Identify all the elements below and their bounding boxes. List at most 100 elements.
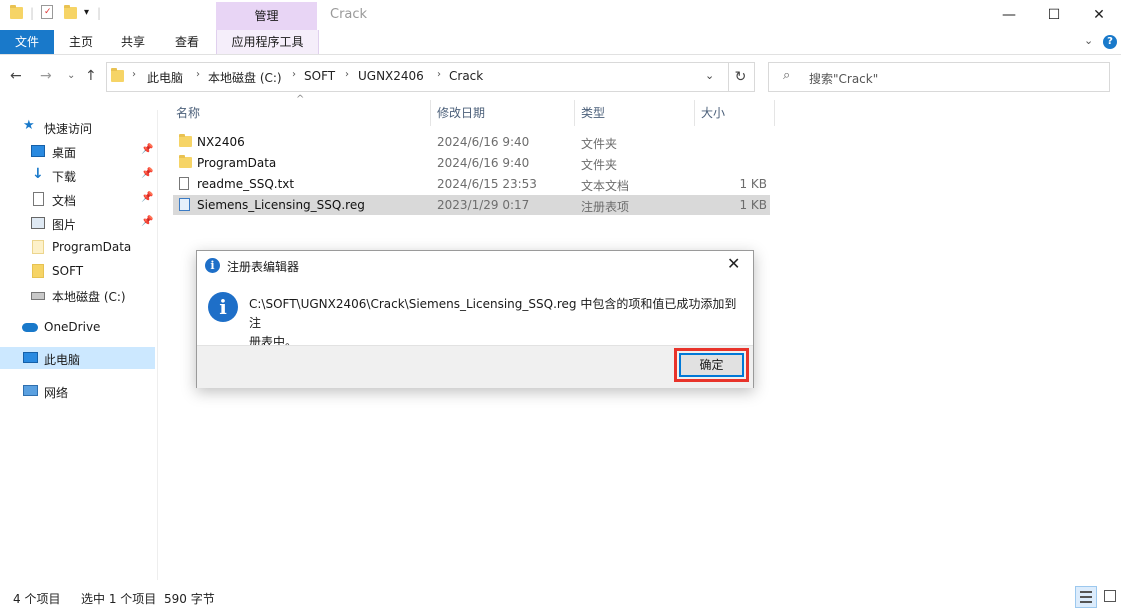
recent-locations-icon[interactable]: ⌄ [67,70,75,81]
file-name: NX2406 [197,135,245,149]
nav-downloads[interactable]: ↓ 下载 📌 [0,164,155,186]
column-divider[interactable] [694,100,695,126]
folder-icon [32,264,44,278]
nav-quick-access[interactable]: ★ 快速访问 [0,116,155,138]
selected-count: 选中 1 个项目 [81,592,157,606]
details-icon [1080,596,1092,598]
tab-share[interactable]: 共享 [110,30,156,54]
customize-dropdown-icon[interactable]: ▾ [84,7,89,18]
minimize-button[interactable]: — [986,0,1032,30]
window-title: Crack [330,7,368,22]
search-input[interactable]: ⌕ 搜索"Crack" [768,62,1110,92]
folder-icon[interactable] [10,5,23,19]
address-dropdown-icon[interactable]: ⌄ [705,69,714,82]
nav-label: 下载 [52,170,77,184]
back-icon[interactable]: ← [10,68,22,84]
breadcrumb-separator[interactable]: › [132,69,136,80]
tab-home[interactable]: 主页 [58,30,104,54]
nav-local-disk[interactable]: 本地磁盘 (C:) [0,284,155,306]
file-type: 文本文档 [581,179,630,193]
file-name: readme_SSQ.txt [197,177,295,191]
nav-network[interactable]: 网络 [0,380,155,402]
drive-icon [31,292,45,300]
properties-icon[interactable]: ✓ [41,5,53,19]
large-icons-view-button[interactable] [1100,586,1120,606]
nav-pictures[interactable]: 图片 📌 [0,212,155,234]
nav-soft[interactable]: SOFT [0,260,155,282]
document-icon [33,192,44,206]
close-button[interactable]: ✕ [1076,0,1121,30]
text-file-icon [179,177,189,190]
nav-programdata[interactable]: ProgramData [0,236,155,258]
desktop-icon [31,145,45,157]
file-name: ProgramData [197,156,277,170]
nav-label: 文档 [52,194,77,208]
new-folder-icon[interactable] [64,5,77,19]
pin-icon[interactable]: 📌 [141,192,153,203]
item-count: 4 个项目 [13,592,61,606]
file-size: 1 KB [739,177,767,191]
file-size: 1 KB [739,198,767,212]
nav-label: 快速访问 [44,122,93,136]
file-row[interactable]: readme_SSQ.txt 2024/6/15 23:53 文本文档 1 KB [173,174,770,194]
search-placeholder: 搜索"Crack" [809,72,879,86]
file-row[interactable]: NX2406 2024/6/16 9:40 文件夹 [173,132,770,152]
breadcrumb-separator[interactable]: › [345,69,349,80]
divider: | [97,6,102,20]
breadcrumb-soft[interactable]: SOFT [304,69,335,83]
nav-desktop[interactable]: 桌面 📌 [0,140,155,162]
tab-application-tools[interactable]: 应用程序工具 [216,30,319,54]
pin-icon[interactable]: 📌 [141,168,153,179]
column-divider[interactable] [430,100,431,126]
breadcrumb-local-disk[interactable]: 本地磁盘 (C:) [208,69,282,86]
details-view-button[interactable] [1075,586,1097,608]
file-type: 注册表项 [581,200,630,214]
nav-label: 网络 [44,386,69,400]
breadcrumb-ugnx2406[interactable]: UGNX2406 [358,69,424,83]
forward-icon[interactable]: → [40,68,52,84]
breadcrumb-separator[interactable]: › [292,69,296,80]
refresh-button[interactable]: ↻ [727,62,755,92]
column-header-date[interactable]: 修改日期 [437,104,485,121]
ok-button[interactable]: 确定 [679,353,744,377]
tab-manage[interactable]: 管理 [216,2,317,31]
file-name: Siemens_Licensing_SSQ.reg [197,198,365,212]
maximize-button[interactable]: ☐ [1031,0,1077,30]
computer-icon [23,352,38,363]
nav-label: 本地磁盘 (C:) [52,290,126,304]
search-icon: ⌕ [783,68,791,83]
refresh-icon: ↻ [734,69,747,85]
nav-label: ProgramData [52,240,132,254]
dialog-close-button[interactable]: ✕ [727,254,740,273]
folder-icon [111,68,124,82]
file-row-selected[interactable]: Siemens_Licensing_SSQ.reg 2023/1/29 0:17… [173,195,770,215]
info-icon: i [208,292,238,322]
nav-documents[interactable]: 文档 📌 [0,188,155,210]
help-icon[interactable]: ? [1103,35,1117,49]
breadcrumb-separator[interactable]: › [437,69,441,80]
star-icon: ★ [23,118,35,133]
file-date: 2024/6/16 9:40 [437,156,530,170]
address-bar[interactable]: › 此电脑 › 本地磁盘 (C:) › SOFT › UGNX2406 › Cr… [106,62,729,92]
tab-view[interactable]: 查看 [164,30,210,54]
column-header-size[interactable]: 大小 [701,104,725,121]
details-icon [1080,601,1092,603]
tab-file[interactable]: 文件 [0,30,54,54]
nav-onedrive[interactable]: OneDrive [0,316,155,338]
info-icon: i [205,258,220,273]
column-header-type[interactable]: 类型 [581,104,605,121]
nav-this-pc[interactable]: 此电脑 [0,347,155,369]
navigation-pane: ★ 快速访问 桌面 📌 ↓ 下载 📌 文档 📌 图片 📌 ProgramData… [0,110,158,580]
column-header-name[interactable]: 名称 [176,104,200,121]
column-divider[interactable] [574,100,575,126]
up-icon[interactable]: ↑ [85,68,97,84]
breadcrumb-crack[interactable]: Crack [449,69,483,83]
nav-label: 此电脑 [44,353,81,367]
pin-icon[interactable]: 📌 [141,144,153,155]
ribbon-expand-icon[interactable]: ⌄ [1084,34,1093,47]
pin-icon[interactable]: 📌 [141,216,153,227]
breadcrumb-separator[interactable]: › [196,69,200,80]
breadcrumb-this-pc[interactable]: 此电脑 [147,69,183,86]
column-divider[interactable] [774,100,775,126]
file-row[interactable]: ProgramData 2024/6/16 9:40 文件夹 [173,153,770,173]
